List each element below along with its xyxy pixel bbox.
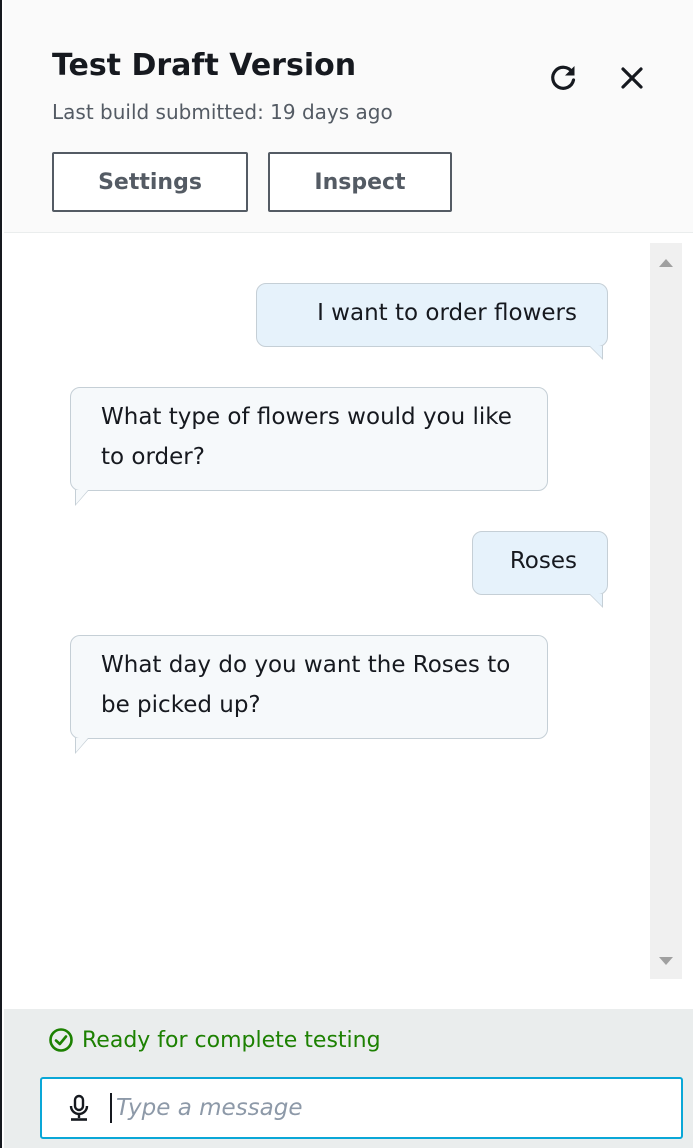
scroll-up-arrow-icon[interactable] [659, 259, 673, 267]
panel-header: Test Draft Version Last build submitted:… [4, 0, 693, 233]
bubble-tail [590, 346, 602, 358]
chat-transcript[interactable]: I want to order flowers What type of flo… [4, 233, 693, 1009]
inspect-button[interactable]: Inspect [268, 152, 452, 212]
check-circle-icon [48, 1027, 74, 1053]
bot-message-bubble: What type of flowers would you like to o… [70, 387, 548, 506]
bot-message-bubble: What day do you want the Roses to be pic… [70, 635, 548, 754]
microphone-icon[interactable] [68, 1094, 90, 1122]
bubble-tail [590, 594, 602, 606]
close-button[interactable] [610, 56, 654, 100]
refresh-icon [548, 63, 578, 93]
message-text: I want to order flowers [317, 300, 577, 326]
close-icon [618, 64, 646, 92]
panel-title: Test Draft Version [52, 48, 357, 83]
message-input[interactable] [116, 1095, 636, 1121]
status-indicator: Ready for complete testing [48, 1027, 381, 1053]
bubble-tail [76, 738, 88, 752]
panel-footer: Ready for complete testing [4, 1009, 693, 1148]
user-message-bubble: I want to order flowers [256, 283, 608, 360]
test-bot-panel: Test Draft Version Last build submitted:… [0, 0, 693, 1148]
last-build-text: Last build submitted: 19 days ago [52, 100, 393, 124]
message-text: What type of flowers would you like to o… [101, 404, 512, 470]
settings-button[interactable]: Settings [52, 152, 248, 212]
message-input-box[interactable] [40, 1077, 683, 1139]
text-cursor [110, 1093, 112, 1123]
refresh-button[interactable] [541, 56, 585, 100]
message-text: What day do you want the Roses to be pic… [101, 652, 511, 718]
bubble-tail [76, 490, 88, 504]
status-text: Ready for complete testing [82, 1027, 381, 1053]
scroll-down-arrow-icon[interactable] [659, 957, 673, 965]
message-text: Roses [509, 548, 577, 574]
user-message-bubble: Roses [472, 531, 608, 608]
chat-scrollbar[interactable] [650, 243, 682, 979]
